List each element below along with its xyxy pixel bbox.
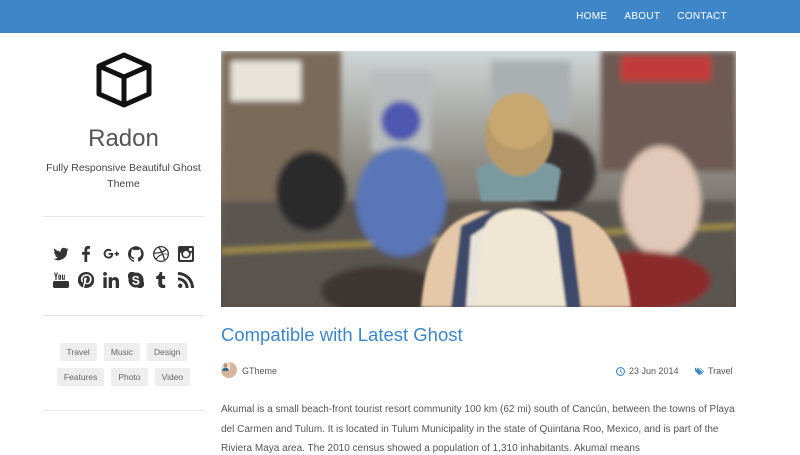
- sidebar-divider: [43, 216, 204, 217]
- post-category[interactable]: Travel: [695, 366, 733, 376]
- instagram-icon[interactable]: [176, 245, 197, 263]
- tag-row: Travel Music Design: [43, 343, 204, 361]
- sidebar-divider: [43, 410, 204, 411]
- twitter-icon[interactable]: [51, 245, 72, 263]
- tag-cloud: Travel Music Design Features Photo Video: [43, 343, 204, 393]
- site-description: Fully Responsive Beautiful Ghost Theme: [46, 162, 201, 190]
- github-icon[interactable]: [126, 245, 147, 263]
- post-featured-image[interactable]: [221, 51, 736, 307]
- post-meta: GTheme 23 Jun 2014 Travel: [221, 362, 736, 380]
- facebook-icon[interactable]: [76, 245, 97, 263]
- nav-contact-link[interactable]: CONTACT: [677, 11, 727, 22]
- tag-travel[interactable]: Travel: [59, 343, 97, 361]
- author-name[interactable]: GTheme: [242, 366, 277, 376]
- author-avatar[interactable]: [221, 362, 237, 378]
- tag-features[interactable]: Features: [56, 368, 105, 386]
- tumblr-icon[interactable]: [151, 271, 172, 289]
- post-title-link[interactable]: Compatible with Latest Ghost: [221, 324, 463, 346]
- youtube-icon[interactable]: [51, 271, 72, 289]
- rss-icon[interactable]: [176, 271, 197, 289]
- clock-icon: [616, 366, 625, 376]
- tag-video[interactable]: Video: [154, 368, 191, 386]
- nav-about-link[interactable]: ABOUT: [624, 11, 660, 22]
- google-plus-icon[interactable]: [101, 245, 122, 263]
- social-links-row-1: [43, 245, 204, 263]
- linkedin-icon[interactable]: [101, 271, 122, 289]
- skype-icon[interactable]: [126, 271, 147, 289]
- post-category-text: Travel: [708, 366, 733, 376]
- post-date: 23 Jun 2014: [616, 366, 679, 376]
- dribbble-icon[interactable]: [151, 245, 172, 263]
- tag-row: Features Photo Video: [43, 368, 204, 386]
- cube-icon[interactable]: [95, 51, 153, 109]
- site-title[interactable]: Radon: [43, 125, 204, 153]
- top-navigation-bar: HOME ABOUT CONTACT: [0, 0, 800, 33]
- pinterest-icon[interactable]: [76, 271, 97, 289]
- tags-icon: [695, 367, 704, 375]
- post-excerpt: Akumal is a small beach-front tourist re…: [221, 404, 735, 454]
- nav-home-link[interactable]: HOME: [576, 11, 607, 22]
- main-menu: HOME ABOUT CONTACT: [559, 0, 727, 33]
- tag-music[interactable]: Music: [103, 343, 141, 361]
- sidebar-divider: [43, 315, 204, 316]
- tag-photo[interactable]: Photo: [111, 368, 148, 386]
- tag-design[interactable]: Design: [147, 343, 188, 361]
- social-links-row-2: [43, 271, 204, 289]
- post-date-text: 23 Jun 2014: [629, 366, 679, 376]
- street-photo: [221, 51, 736, 307]
